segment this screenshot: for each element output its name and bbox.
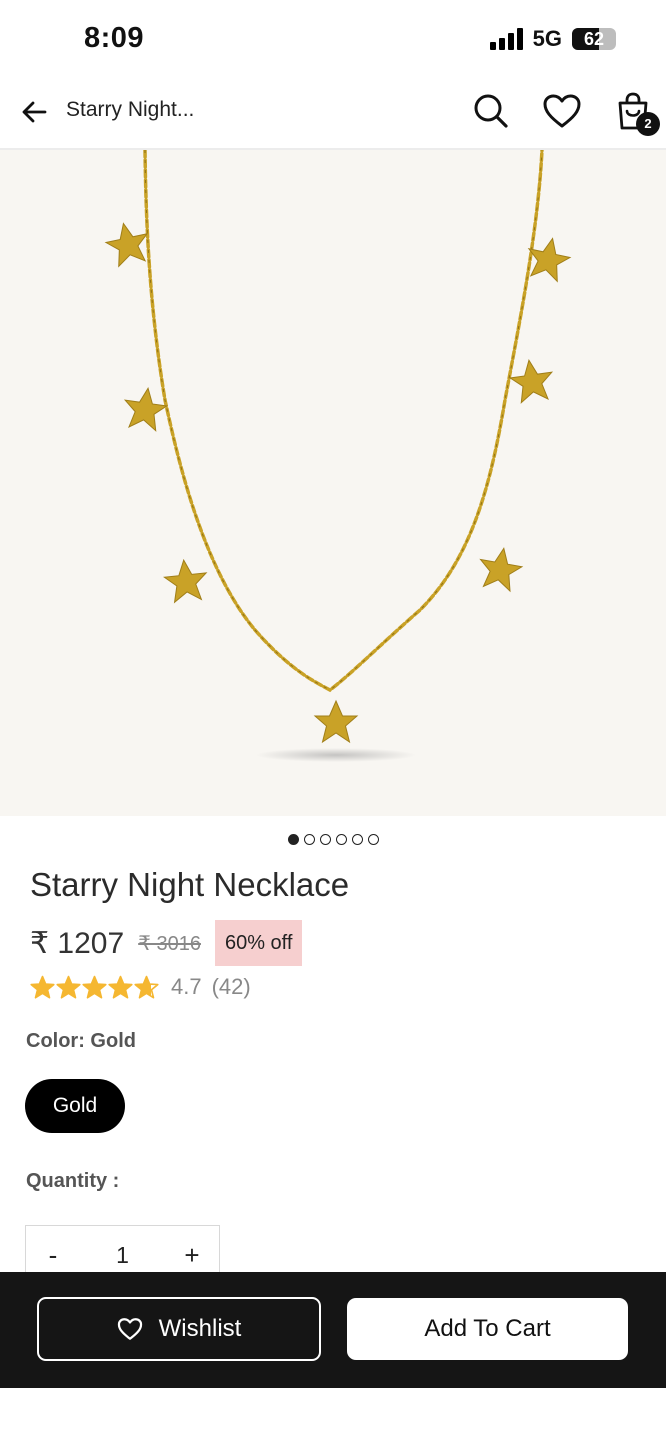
image-pagination[interactable] [0, 834, 666, 845]
network-type: 5G [532, 26, 562, 51]
status-indicators: 5G 62 [489, 26, 616, 52]
add-to-cart-button[interactable]: Add To Cart [347, 1298, 628, 1360]
arrow-left-icon [22, 101, 47, 123]
sale-price: ₹ 1207 [30, 926, 125, 960]
price-row: ₹ 1207 ₹ 3016 60% off [30, 920, 303, 966]
star-icon [108, 975, 133, 999]
search-button[interactable] [470, 90, 512, 132]
product-title: Starry Night Necklace [30, 866, 350, 903]
signal-icon [489, 28, 523, 50]
product-image[interactable] [0, 150, 666, 816]
page-bottom-area [0, 1388, 666, 1440]
rating-value: 4.7 [171, 974, 202, 999]
heart-icon [117, 1318, 142, 1340]
status-bar: 8:09 5G 62 [0, 0, 666, 74]
color-option-gold[interactable]: Gold [25, 1079, 125, 1133]
add-to-cart-label: Add To Cart [424, 1315, 551, 1342]
rating-stars [30, 975, 159, 1000]
wishlist-label: Wishlist [158, 1315, 242, 1342]
pagination-dot[interactable] [351, 834, 363, 845]
pagination-dot[interactable] [287, 834, 299, 845]
star-icon [134, 975, 159, 999]
battery-icon: 62 [572, 28, 616, 50]
status-time: 8:09 [84, 22, 145, 54]
wishlist-header-button[interactable] [541, 90, 583, 132]
color-label: Color: Gold [26, 1030, 136, 1052]
quantity-label: Quantity : [26, 1170, 120, 1192]
heart-icon [543, 94, 581, 128]
star-icon [56, 975, 81, 999]
header-title: Starry Night... [66, 98, 195, 121]
wishlist-button[interactable]: Wishlist [37, 1297, 321, 1361]
discount-badge: 60% off [214, 920, 303, 966]
search-icon [474, 94, 508, 128]
back-button[interactable] [14, 92, 54, 132]
pagination-dot[interactable] [367, 834, 379, 845]
necklace-image [102, 150, 574, 762]
quantity-increase-button[interactable]: + [177, 1240, 207, 1271]
rating-count: (42) [211, 974, 251, 999]
original-price: ₹ 3016 [138, 932, 201, 955]
pagination-dot[interactable] [303, 834, 315, 845]
bottom-action-bar: Wishlist Add To Cart [0, 1272, 666, 1388]
pagination-dot[interactable] [335, 834, 347, 845]
battery-level: 62 [583, 29, 605, 49]
app-header: Starry Night... 2 [0, 74, 666, 150]
cart-count-badge: 2 [636, 112, 660, 136]
star-icon [82, 975, 107, 999]
rating-row[interactable]: 4.7 (42) [30, 974, 251, 1000]
star-icon [30, 975, 55, 999]
pagination-dot[interactable] [319, 834, 331, 845]
cart-button[interactable]: 2 [612, 90, 660, 136]
